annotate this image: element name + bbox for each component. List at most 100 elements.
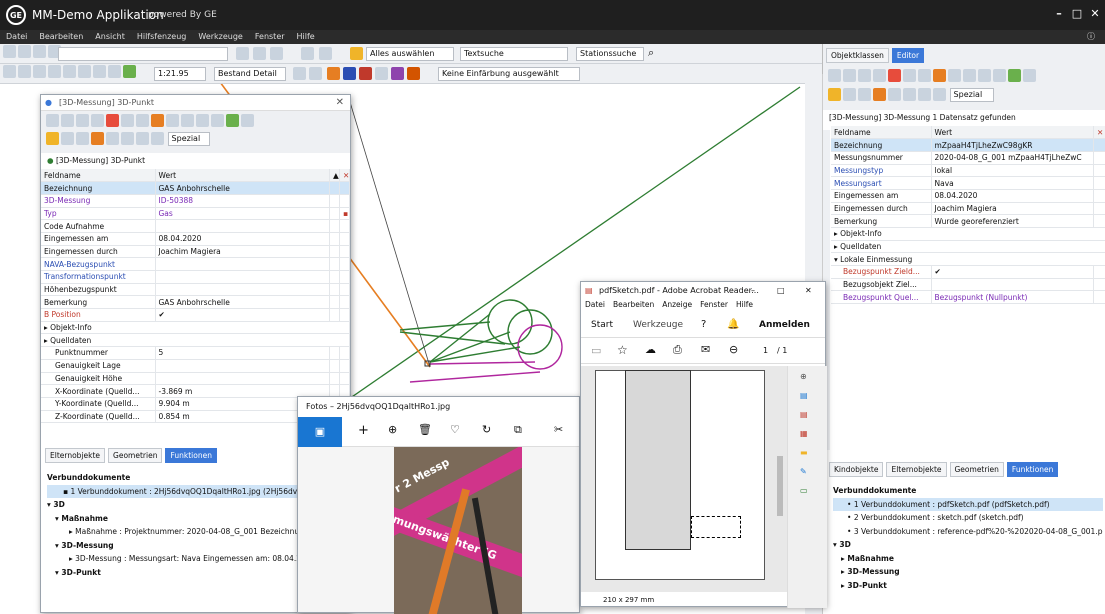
attr-row[interactable]: Genauigkeit Höhe	[41, 372, 350, 386]
question-icon[interactable]	[151, 132, 164, 145]
marker-icon[interactable]	[873, 88, 886, 101]
attr-value[interactable]: 08.04.2020	[931, 189, 1094, 203]
filter-icon[interactable]	[407, 67, 420, 80]
attr-row[interactable]: Genauigkeit Lage	[41, 359, 350, 373]
search-icon[interactable]: ⌕	[648, 46, 654, 60]
key-icon[interactable]	[46, 114, 59, 127]
network-icon[interactable]	[106, 132, 119, 145]
select-all-dropdown[interactable]: Alles auswählen	[366, 47, 454, 61]
maximize-icon[interactable]: □	[1070, 7, 1084, 21]
pause-icon[interactable]	[108, 65, 121, 78]
attr-value[interactable]: 5	[155, 346, 330, 360]
home-icon[interactable]	[33, 45, 46, 58]
menu-hilfsfenzeug[interactable]: Hilfsfenzeug	[131, 30, 193, 44]
attr-value[interactable]: lokal	[931, 164, 1094, 178]
graph-icon[interactable]	[948, 69, 961, 82]
attr-value[interactable]	[931, 278, 1094, 292]
add-icon[interactable]: +	[358, 423, 369, 438]
zoom-extent-icon[interactable]	[236, 47, 249, 60]
nav-back-icon[interactable]	[196, 114, 209, 127]
attr-value[interactable]	[155, 372, 330, 386]
lock-icon[interactable]	[293, 67, 306, 80]
tree-doc[interactable]: • 2 Verbunddokument : sketch.pdf (sketch…	[833, 511, 1103, 525]
pdf-menu-fenster[interactable]: Fenster	[696, 300, 732, 309]
pan-icon[interactable]	[18, 65, 31, 78]
attr-row[interactable]: Punktnummer 5	[41, 346, 350, 360]
attr-value[interactable]: 2020-04-08_G_001 mZpaaH4TjLheZwC	[931, 151, 1094, 165]
attr-row[interactable]: Bemerkung GAS Anbohrschelle	[41, 295, 350, 310]
delete-icon[interactable]	[888, 69, 901, 82]
menu-bearbeiten[interactable]: Bearbeiten	[33, 30, 89, 44]
pencil-icon[interactable]	[828, 88, 841, 101]
swap-icon[interactable]	[873, 69, 886, 82]
lock-icon[interactable]	[61, 114, 74, 127]
attr-row[interactable]: Bezeichnung GAS Anbohrschelle	[41, 181, 350, 195]
pdf-menu-anzeige[interactable]: Anzeige	[658, 300, 696, 309]
zoom-in-icon[interactable]	[48, 65, 61, 78]
undo-icon[interactable]	[1023, 69, 1036, 82]
star-icon[interactable]: ☆	[617, 343, 628, 357]
attr-row[interactable]: Messungstyp lokal	[831, 164, 1105, 178]
edit-icon[interactable]	[933, 69, 946, 82]
menu-ansicht[interactable]: Ansicht	[89, 30, 131, 44]
tree-node[interactable]: ▾ 3D	[833, 538, 1103, 552]
attr-value[interactable]: mZpaaH4TjLheZwC98gKR	[931, 138, 1094, 152]
menu-datei[interactable]: Datei	[0, 30, 33, 44]
export-icon[interactable]: ▤	[800, 391, 815, 400]
zoom-fit-icon[interactable]	[270, 47, 283, 60]
attr-value[interactable]: 08.04.2020	[155, 232, 330, 246]
formula-icon[interactable]	[858, 88, 871, 101]
tab-elternobjekte[interactable]: Elternobjekte	[886, 462, 947, 477]
group-row[interactable]: ▸ Quelldaten	[41, 333, 350, 348]
image-icon[interactable]: ▣	[298, 417, 342, 447]
upload-icon[interactable]: ☁	[645, 343, 656, 356]
attr-row[interactable]: Eingemessen durch Joachim Magiera	[831, 202, 1105, 216]
split-icon[interactable]	[136, 114, 149, 127]
attr-row[interactable]: B Position ✔	[41, 308, 350, 322]
attr-row[interactable]: 3D-Messung ID-50388	[41, 194, 350, 208]
tab-funktionen[interactable]: Funktionen	[1006, 462, 1059, 477]
tab-kindobjekte[interactable]: Kindobjekte	[829, 462, 884, 477]
address-field[interactable]	[58, 47, 228, 61]
edit-icon[interactable]: ✂	[554, 423, 563, 436]
binoculars-icon[interactable]	[181, 114, 194, 127]
attr-row[interactable]: NAVA-Bezugspunkt	[41, 257, 350, 271]
scale-field[interactable]: 1:21.95	[154, 67, 206, 81]
attr-value[interactable]: Joachim Magiera	[931, 202, 1094, 216]
pdf-page-area[interactable]	[581, 366, 787, 592]
zoom-icon[interactable]: ⊖	[729, 343, 738, 356]
edit-icon[interactable]	[151, 114, 164, 127]
attr-row[interactable]: Höhenbezugspunkt	[41, 283, 350, 297]
attr-value[interactable]	[155, 359, 330, 373]
attr-row[interactable]: Eingemessen am 08.04.2020	[41, 232, 350, 246]
tab-objektklassen[interactable]: Objektklassen	[826, 48, 889, 63]
attr-row[interactable]: Eingemessen durch Joachim Magiera	[41, 245, 350, 259]
refresh-icon[interactable]	[226, 114, 239, 127]
fire-icon[interactable]	[359, 67, 372, 80]
group-row[interactable]: ▾ Lokale Einmessung	[831, 252, 1105, 267]
print-icon[interactable]	[136, 132, 149, 145]
attr-row[interactable]: Transformationspunkt	[41, 270, 350, 284]
merge-icon[interactable]	[903, 69, 916, 82]
script-icon[interactable]	[903, 88, 916, 101]
attr-value[interactable]	[155, 219, 330, 233]
coloring-dropdown[interactable]: Keine Einfärbung ausgewählt	[438, 67, 580, 81]
refresh-icon[interactable]	[1008, 69, 1021, 82]
zoom-window-icon[interactable]	[253, 47, 266, 60]
pdf-menu-bearbeiten[interactable]: Bearbeiten	[609, 300, 658, 309]
nav-back-icon[interactable]	[978, 69, 991, 82]
attr-row[interactable]: Bezugspunkt Quel... Bezugspunkt (Nullpunk…	[831, 290, 1105, 305]
attr-row[interactable]: Typ Gas ▪	[41, 207, 350, 221]
binoculars-icon[interactable]	[963, 69, 976, 82]
tree-node[interactable]: ▸ 3D-Messung	[833, 565, 1103, 579]
brush-icon[interactable]	[843, 88, 856, 101]
heart-icon[interactable]: ♡	[450, 423, 460, 436]
detail-dropdown[interactable]: Bestand Detail	[214, 67, 286, 81]
print-icon[interactable]: ⎙	[673, 343, 682, 357]
tab-elternobjekte[interactable]: Elternobjekte	[45, 448, 106, 463]
palette-icon[interactable]	[391, 67, 404, 80]
delete-icon[interactable]	[106, 114, 119, 127]
tree-node[interactable]: ▸ 3D-Punkt	[833, 579, 1103, 593]
station-search-input[interactable]: Stationssuche	[576, 47, 644, 61]
attr-value[interactable]: ✔	[931, 265, 1094, 279]
